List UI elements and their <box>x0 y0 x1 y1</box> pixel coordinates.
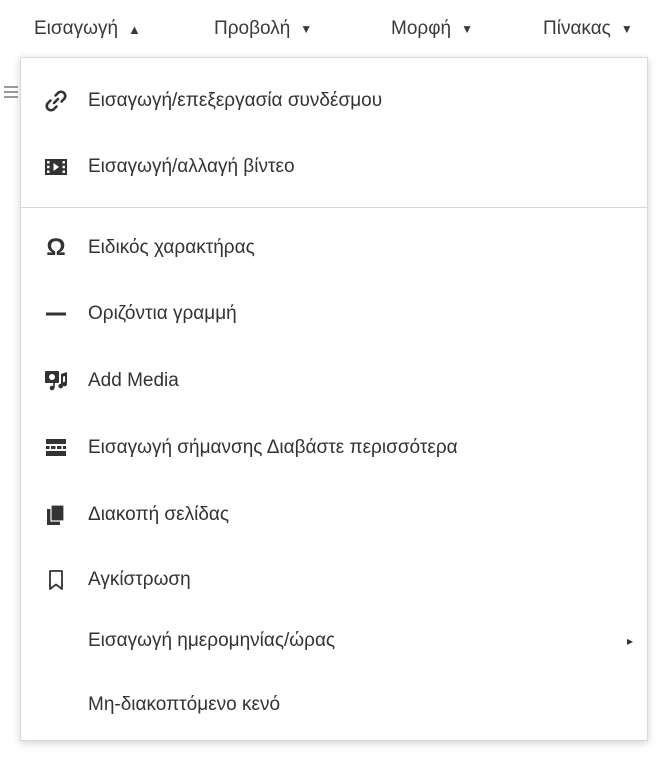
menu-item-label: Εισαγωγή/αλλαγή βίντεο <box>88 156 295 177</box>
menu-item-anchor[interactable]: Αγκίστρωση <box>21 550 647 610</box>
caret-down-icon: ▼ <box>461 22 473 36</box>
menu-insert[interactable]: Εισαγωγή ▲ <box>34 14 141 44</box>
menu-insert-label: Εισαγωγή <box>34 18 119 39</box>
menu-item-insert-link[interactable]: Εισαγωγή/επεξεργασία συνδέσμου <box>21 71 647 131</box>
menu-format[interactable]: Μορφή ▼ <box>391 14 473 44</box>
menu-view-label: Προβολή <box>214 18 291 39</box>
add-media-icon <box>41 366 71 396</box>
menu-item-label: Αγκίστρωση <box>88 569 191 590</box>
read-more-icon <box>41 433 71 463</box>
horizontal-line-icon <box>41 299 71 329</box>
menu-item-read-more[interactable]: Εισαγωγή σήμανσης Διαβάστε περισσότερα <box>21 418 647 478</box>
menu-format-label: Μορφή <box>391 18 452 39</box>
omega-icon: Ω <box>41 233 71 263</box>
omega-glyph: Ω <box>46 234 66 261</box>
insert-menu-dropdown: Εισαγωγή/επεξεργασία συνδέσμου Εισαγωγή/… <box>20 57 648 741</box>
caret-down-icon: ▼ <box>620 22 633 36</box>
menu-item-label: Εισαγωγή/επεξεργασία συνδέσμου <box>88 90 383 111</box>
editor-window: Εισαγωγή ▲ Προβολή ▼ Μορφή ▼ Πίνακας ▼ Ε… <box>0 0 668 760</box>
menu-item-horizontal-line[interactable]: Οριζόντια γραμμή <box>21 284 647 344</box>
menu-item-page-break[interactable]: Διακοπή σελίδας <box>21 485 647 545</box>
caret-up-icon: ▲ <box>128 21 141 37</box>
menu-item-label: Μη-διακοπτόμενο κενό <box>88 694 281 715</box>
page-break-icon <box>41 500 71 530</box>
submenu-arrow-icon: ▸ <box>626 634 633 648</box>
menu-item-label: Οριζόντια γραμμή <box>88 303 237 324</box>
toolbar-list-icon <box>4 84 18 100</box>
menu-table-label: Πίνακας <box>543 18 611 39</box>
menu-view[interactable]: Προβολή ▼ <box>214 14 312 44</box>
menu-item-nonbreaking-space[interactable]: Μη-διακοπτόμενο κενό <box>21 675 647 735</box>
menu-item-label: Ειδικός χαρακτήρας <box>88 237 255 258</box>
menu-item-label: Διακοπή σελίδας <box>88 504 230 525</box>
link-icon <box>41 86 71 116</box>
caret-down-icon: ▼ <box>300 22 313 36</box>
menu-item-insert-datetime[interactable]: Εισαγωγή ημερομηνίας/ώρας ▸ <box>21 611 647 671</box>
menu-item-label: Add Media <box>88 370 179 391</box>
video-icon <box>41 152 71 182</box>
menu-item-insert-video[interactable]: Εισαγωγή/αλλαγή βίντεο <box>21 137 647 197</box>
menu-item-label: Εισαγωγή ημερομηνίας/ώρας <box>88 630 336 651</box>
menu-item-special-character[interactable]: Ω Ειδικός χαρακτήρας <box>21 218 647 278</box>
menu-separator <box>21 207 647 208</box>
menu-item-label: Εισαγωγή σήμανσης Διαβάστε περισσότερα <box>88 437 458 458</box>
menu-item-add-media[interactable]: Add Media <box>21 351 647 411</box>
bookmark-icon <box>41 565 71 595</box>
menubar: Εισαγωγή ▲ Προβολή ▼ Μορφή ▼ Πίνακας ▼ <box>0 0 668 58</box>
menu-table[interactable]: Πίνακας ▼ <box>543 14 633 44</box>
